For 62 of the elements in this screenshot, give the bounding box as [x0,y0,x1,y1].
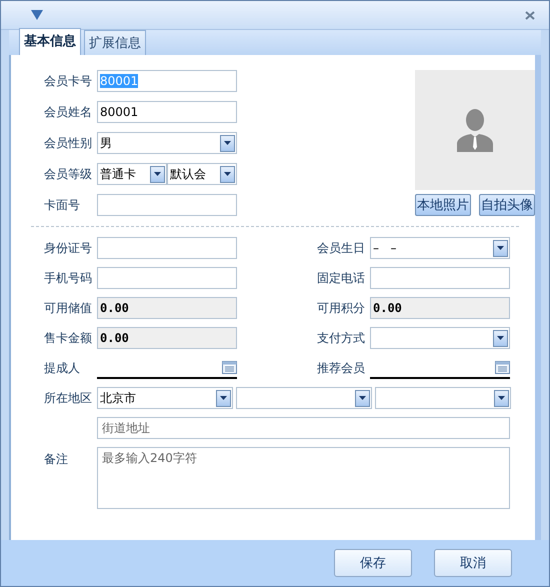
amount-field: 0.00 [97,297,237,319]
app-icon [31,10,43,20]
field-label: 会员等级 [44,166,93,182]
field-label: 提成人 [44,360,81,376]
tab[interactable]: 基本信息 [19,28,81,55]
footer-button[interactable]: 取消 [434,549,512,577]
field-label: 备注 [44,451,69,468]
close-icon[interactable] [525,10,535,20]
dropdown-button[interactable] [216,390,231,406]
text-field[interactable] [97,194,237,216]
text-field[interactable] [97,237,237,259]
field-label: 会员卡号 [44,72,93,90]
tab[interactable]: 扩展信息 [84,30,146,55]
field-label: 可用储值 [44,300,93,316]
field-label: 售卡金额 [44,330,93,346]
dropdown-button[interactable] [355,390,370,406]
dropdown-field[interactable] [370,327,510,349]
dropdown-button[interactable] [220,166,235,182]
text-field[interactable]: 80001 [97,101,237,123]
remark-field[interactable]: 最多输入240字符 [97,447,510,509]
dropdown-field[interactable] [375,387,511,409]
caret-icon [497,246,504,250]
field-label: 推荐会员 [317,360,366,376]
field-label: 会员性别 [44,134,93,152]
dropdown-button[interactable] [493,330,508,346]
person-icon [457,108,493,152]
caret-icon [220,396,227,400]
field-label: 会员生日 [317,240,366,256]
dropdown-field[interactable]: 默认会 [167,163,237,185]
dropdown-field[interactable]: – – [370,237,510,259]
text-field[interactable] [370,267,510,289]
caret-icon [359,396,366,400]
field-label: 手机号码 [44,270,93,286]
dropdown-button[interactable] [493,240,508,256]
caret-icon [224,141,231,145]
field-label: 固定电话 [317,270,366,286]
amount-field: 0.00 [370,297,510,319]
field-label: 所在地区 [44,390,93,406]
field-label: 身份证号 [44,240,93,256]
amount-field: 0.00 [97,327,237,349]
dropdown-button[interactable] [494,390,509,406]
dropdown-button[interactable] [150,166,165,182]
photo-button[interactable]: 本地照片 [415,194,471,216]
list-icon[interactable] [222,361,237,374]
caret-icon [154,172,161,176]
dropdown-field[interactable]: 男 [97,132,237,154]
field-label: 会员姓名 [44,104,93,120]
field-label: 卡面号 [44,196,81,214]
caret-icon [224,172,231,176]
dropdown-field[interactable]: 北京市 [97,387,233,409]
list-icon[interactable] [495,361,510,374]
footer-button[interactable]: 保存 [334,549,412,577]
dropdown-button[interactable] [220,134,235,152]
address-field[interactable]: 街道地址 [97,417,510,439]
dropdown-field[interactable] [236,387,372,409]
text-field[interactable] [97,267,237,289]
caret-icon [498,396,505,400]
field-label: 支付方式 [317,330,366,346]
caret-icon [497,336,504,340]
dropdown-field[interactable]: 普通卡 [97,163,167,185]
field-label: 可用积分 [317,300,366,316]
photo-button[interactable]: 自拍头像 [479,194,535,216]
